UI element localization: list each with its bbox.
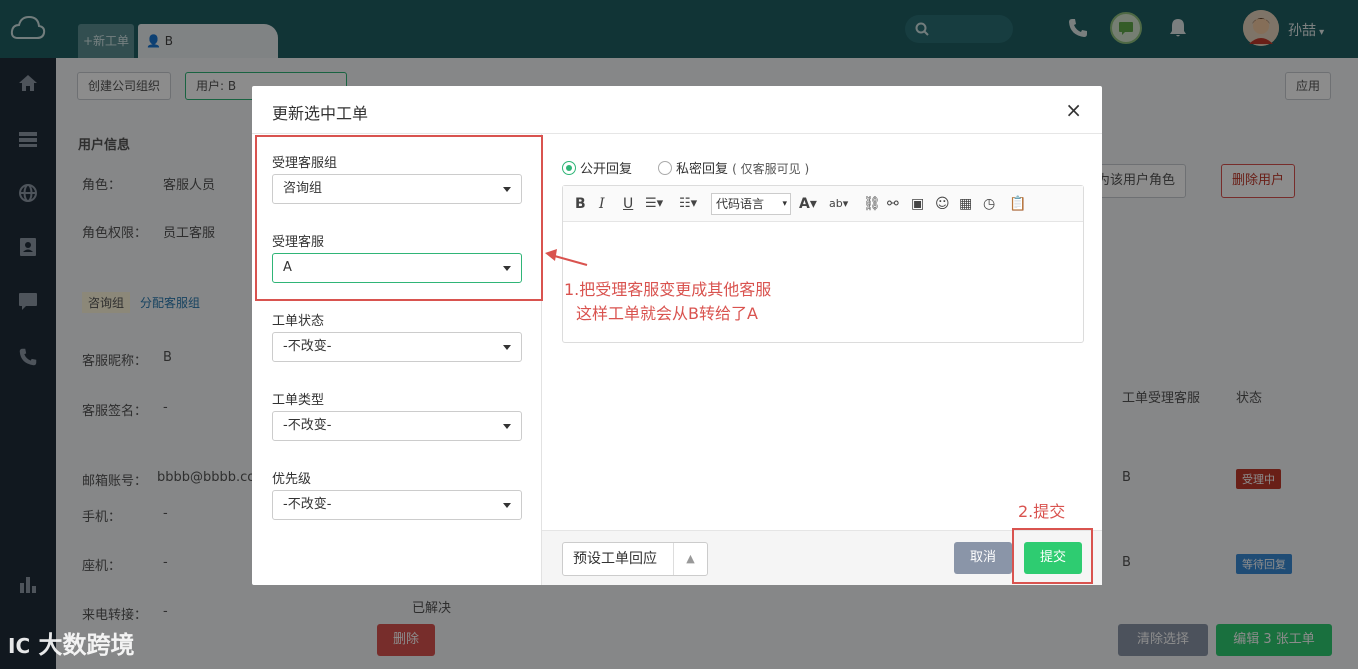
ticket-status-label: 工单状态 [272, 314, 325, 329]
image-icon[interactable]: ▣ [911, 195, 924, 213]
ticket-status-select[interactable]: -不改变- [272, 332, 522, 362]
unlink-icon[interactable]: ⚯ [887, 195, 899, 213]
ticket-type-value: -不改变- [283, 418, 332, 433]
chevron-up-icon: ▲ [673, 543, 707, 575]
calendar-icon[interactable]: ▦ [959, 195, 972, 213]
watermark-logo: IC 大数跨境 [8, 625, 134, 660]
priority-value: -不改变- [283, 497, 332, 512]
watermark-text: 大数跨境 [38, 631, 135, 659]
preset-response-label: 预设工单回应 [573, 551, 657, 567]
annotation-highlight-submit [1012, 528, 1093, 584]
public-reply-radio[interactable]: 公开回复 [562, 158, 632, 177]
caret-down-icon [503, 424, 511, 429]
underline-icon[interactable]: U [623, 195, 633, 213]
priority-label: 优先级 [272, 472, 312, 487]
private-reply-note: ( 仅客服可见 ) [732, 162, 810, 176]
radio-unchecked-icon [658, 161, 672, 175]
close-icon[interactable]: × [1065, 98, 1082, 122]
private-reply-label: 私密回复 [676, 162, 729, 177]
private-reply-radio[interactable]: 私密回复 ( 仅客服可见 ) [658, 158, 809, 177]
annotation-note-1-line1: 1.把受理客服变更成其他客服 [564, 280, 772, 299]
emoji-icon[interactable]: ☺ [935, 195, 950, 213]
code-language-value: 代码语言 [716, 197, 765, 211]
ticket-type-select[interactable]: -不改变- [272, 411, 522, 441]
clock-icon[interactable]: ◷ [983, 195, 995, 213]
highlight-icon[interactable]: ab▾ [829, 195, 848, 213]
annotation-note-1-line2: 这样工单就会从B转给了A [576, 304, 758, 323]
priority-select[interactable]: -不改变- [272, 490, 522, 520]
cancel-button[interactable]: 取消 [954, 542, 1012, 574]
italic-icon[interactable]: I [599, 195, 605, 213]
ticket-status-value: -不改变- [283, 339, 332, 354]
annotation-arrow-icon [545, 249, 588, 266]
annotation-note-2: 2.提交 [1018, 502, 1066, 521]
public-reply-label: 公开回复 [580, 162, 633, 177]
caret-down-icon [503, 345, 511, 350]
preset-response-select[interactable]: 预设工单回应 ▲ [562, 542, 708, 576]
ordered-list-icon[interactable]: ☰▾ [645, 195, 663, 213]
modal-header: 更新选中工单 × [252, 86, 1102, 134]
caret-down-icon: ▾ [782, 199, 787, 209]
bullet-list-icon[interactable]: ☷▾ [679, 195, 697, 213]
bold-icon[interactable]: B [575, 195, 586, 213]
annotation-highlight-agent-fields [255, 135, 543, 301]
caret-down-icon [503, 503, 511, 508]
link-icon[interactable]: ⛓ [863, 195, 881, 213]
editor-toolbar: B I U ☰▾ ☷▾ 代码语言 ▾ A▾ ab▾ ⛓ ⚯ ▣ ☺ ▦ ◷ 📋 [563, 186, 1083, 222]
font-color-icon[interactable]: A▾ [799, 195, 817, 213]
radio-checked-icon [562, 161, 576, 175]
modal-title: 更新选中工单 [272, 104, 369, 123]
ticket-type-label: 工单类型 [272, 393, 325, 408]
paste-icon[interactable]: 📋 [1009, 195, 1026, 213]
code-language-select[interactable]: 代码语言 ▾ [711, 193, 791, 215]
watermark-mark-icon: IC [8, 634, 31, 658]
